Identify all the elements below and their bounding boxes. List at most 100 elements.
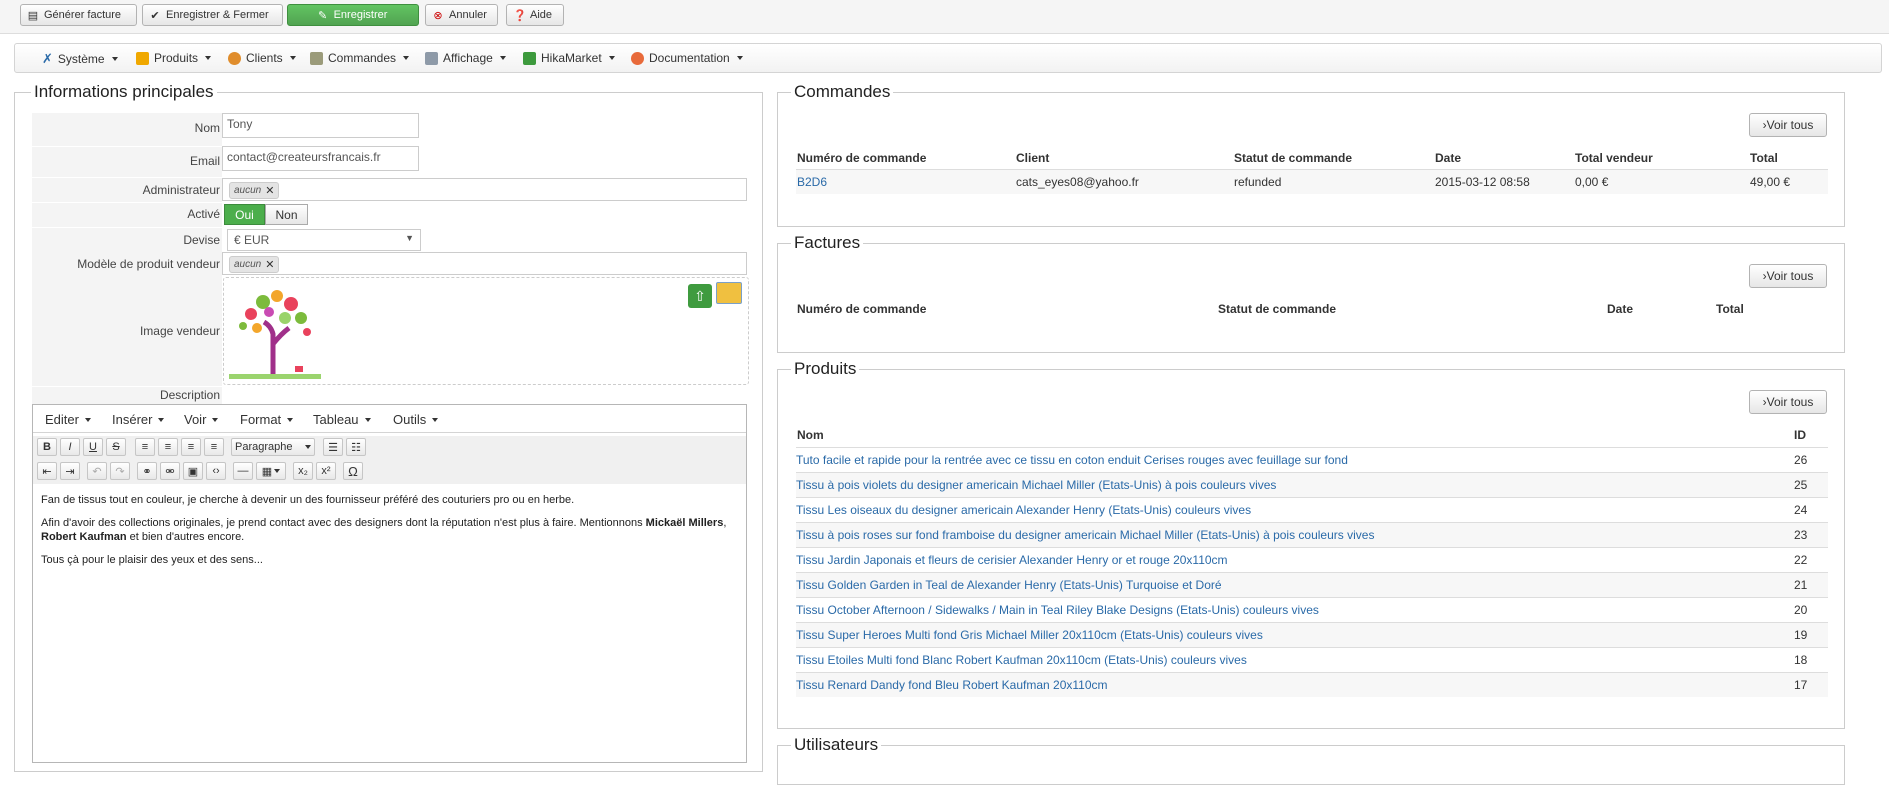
image-dropzone[interactable]: ⇧: [223, 277, 749, 385]
invoices-fieldset: Factures: [777, 233, 1845, 353]
product-link[interactable]: Tissu Renard Dandy fond Bleu Robert Kauf…: [796, 678, 1108, 692]
editor-menu-editer[interactable]: Editer: [45, 412, 91, 427]
editor-menu-outils[interactable]: Outils: [393, 412, 439, 427]
active-yes-toggle[interactable]: Oui: [224, 204, 265, 225]
product-link[interactable]: Tissu Les oiseaux du designer americain …: [796, 503, 1251, 517]
gallery-icon[interactable]: [716, 282, 742, 304]
name-field[interactable]: Tony: [222, 113, 419, 138]
product-link[interactable]: Tissu Golden Garden in Teal de Alexander…: [796, 578, 1222, 592]
editor-menu-voir[interactable]: Voir: [184, 412, 219, 427]
horizontal-rule-icon[interactable]: —: [233, 462, 253, 480]
outdent-icon[interactable]: ⇤: [37, 462, 57, 480]
table-icon[interactable]: ▦: [256, 462, 286, 480]
product-link[interactable]: Tissu à pois roses sur fond framboise du…: [796, 528, 1374, 542]
menu-produits[interactable]: Produits: [136, 51, 212, 65]
help-icon: ❓: [513, 9, 527, 22]
table-row: Tissu Jardin Japonais et fleurs de ceris…: [796, 547, 1828, 572]
close-icon[interactable]: ✕: [265, 258, 274, 271]
template-field[interactable]: aucun ✕: [222, 252, 747, 275]
menu-systeme[interactable]: ✗ Système: [42, 51, 118, 67]
table-row: Tuto facile et rapide pour la rentrée av…: [796, 447, 1828, 472]
order-number-link[interactable]: B2D6: [797, 175, 827, 189]
align-center-icon[interactable]: ≡: [158, 438, 178, 456]
editor-menu-format[interactable]: Format: [240, 412, 294, 427]
description-editor[interactable]: Editer Insérer Voir Format Tableau Outil…: [32, 404, 747, 763]
editor-toolbar-1: B I U S ≡ ≡ ≡ ≡ Paragraphe ☰ ☷: [33, 436, 746, 460]
wrench-icon: ✗: [42, 51, 53, 66]
product-link[interactable]: Tissu à pois violets du designer america…: [796, 478, 1276, 492]
align-left-icon[interactable]: ≡: [135, 438, 155, 456]
template-tag[interactable]: aucun ✕: [229, 256, 280, 273]
menu-commandes[interactable]: Commandes: [310, 51, 410, 65]
toolbar: ▤ Générer facture ✔ Enregistrer & Fermer…: [0, 0, 1889, 34]
editor-menu-tableau[interactable]: Tableau: [313, 412, 371, 427]
email-field[interactable]: contact@createursfrancais.fr: [222, 146, 419, 171]
generate-invoice-button[interactable]: ▤ Générer facture: [20, 4, 137, 26]
active-no-toggle[interactable]: Non: [265, 204, 308, 225]
orders-header: Client: [1016, 151, 1050, 165]
description-paragraph: Fan de tissus tout en couleur, je cherch…: [41, 494, 575, 506]
link-icon[interactable]: ⚭: [137, 462, 157, 480]
bold-icon[interactable]: B: [37, 438, 57, 456]
editor-content[interactable]: Fan de tissus tout en couleur, je cherch…: [41, 493, 738, 576]
bullet-list-icon[interactable]: ☰: [323, 438, 343, 456]
save-button[interactable]: ✎ Enregistrer: [287, 4, 419, 26]
cart-icon: [310, 51, 323, 65]
save-close-button[interactable]: ✔ Enregistrer & Fermer: [142, 4, 283, 26]
table-row: Tissu à pois roses sur fond framboise du…: [796, 522, 1828, 547]
orders-header: Total: [1750, 151, 1778, 165]
products-header: ID: [1794, 428, 1806, 442]
product-link[interactable]: Tissu Etoiles Multi fond Blanc Robert Ka…: [796, 653, 1247, 667]
numbered-list-icon[interactable]: ☷: [346, 438, 366, 456]
menu-affichage[interactable]: Affichage: [425, 51, 506, 65]
upload-icon[interactable]: ⇧: [688, 284, 712, 308]
cancel-button[interactable]: ⊗ Annuler: [425, 4, 498, 26]
description-label: Description: [32, 387, 222, 404]
omega-icon[interactable]: Ω: [343, 462, 363, 480]
display-icon: [425, 51, 438, 65]
code-icon[interactable]: ‹›: [206, 462, 226, 480]
admin-field[interactable]: aucun ✕: [222, 178, 747, 201]
menu-hikamarket[interactable]: HikaMarket: [523, 51, 615, 65]
menu-documentation[interactable]: Documentation: [631, 51, 743, 65]
tree-image: [229, 290, 321, 379]
users-icon: [228, 51, 241, 65]
align-justify-icon[interactable]: ≡: [204, 438, 224, 456]
currency-select[interactable]: € EUR ▼: [227, 229, 421, 251]
strikethrough-icon[interactable]: S: [106, 438, 126, 456]
help-button[interactable]: ❓ Aide: [506, 4, 564, 26]
close-icon[interactable]: ✕: [265, 184, 274, 197]
superscript-icon[interactable]: x²: [316, 462, 336, 480]
subscript-icon[interactable]: x₂: [293, 462, 313, 480]
invoice-icon: ▤: [27, 9, 39, 22]
unlink-icon[interactable]: ⚮: [160, 462, 180, 480]
editor-menu-inserer[interactable]: Insérer: [112, 412, 165, 427]
product-link[interactable]: Tissu October Afternoon / Sidewalks / Ma…: [796, 603, 1319, 617]
invoices-see-all-button[interactable]: › Voir tous: [1749, 264, 1827, 288]
product-link[interactable]: Tissu Jardin Japonais et fleurs de ceris…: [796, 553, 1228, 567]
menu-clients[interactable]: Clients: [228, 51, 296, 65]
main-menu: ✗ Système Produits Clients Commandes Aff…: [14, 43, 1882, 73]
redo-icon[interactable]: ↷: [110, 462, 130, 480]
product-link[interactable]: Tuto facile et rapide pour la rentrée av…: [796, 453, 1348, 467]
products-see-all-button[interactable]: › Voir tous: [1749, 390, 1827, 414]
table-row: Tissu Les oiseaux du designer americain …: [796, 497, 1828, 522]
edit-icon: ✎: [317, 9, 328, 22]
image-icon[interactable]: ▣: [183, 462, 203, 480]
invoices-legend: Factures: [791, 233, 864, 253]
product-link[interactable]: Tissu Super Heroes Multi fond Gris Micha…: [796, 628, 1263, 642]
orders-header: Numéro de commande: [797, 151, 927, 165]
main-info-legend: Informations principales: [31, 82, 217, 102]
italic-icon[interactable]: I: [60, 438, 80, 456]
indent-icon[interactable]: ⇥: [60, 462, 80, 480]
underline-icon[interactable]: U: [83, 438, 103, 456]
active-label: Activé: [32, 203, 222, 227]
orders-header: Statut de commande: [1234, 151, 1353, 165]
undo-icon[interactable]: ↶: [87, 462, 107, 480]
paragraph-select[interactable]: Paragraphe: [231, 438, 315, 456]
admin-tag[interactable]: aucun ✕: [229, 182, 280, 199]
orders-see-all-button[interactable]: › Voir tous: [1749, 113, 1827, 137]
table-row: Tissu October Afternoon / Sidewalks / Ma…: [796, 597, 1828, 622]
align-right-icon[interactable]: ≡: [181, 438, 201, 456]
table-row: Tissu à pois violets du designer america…: [796, 472, 1828, 497]
